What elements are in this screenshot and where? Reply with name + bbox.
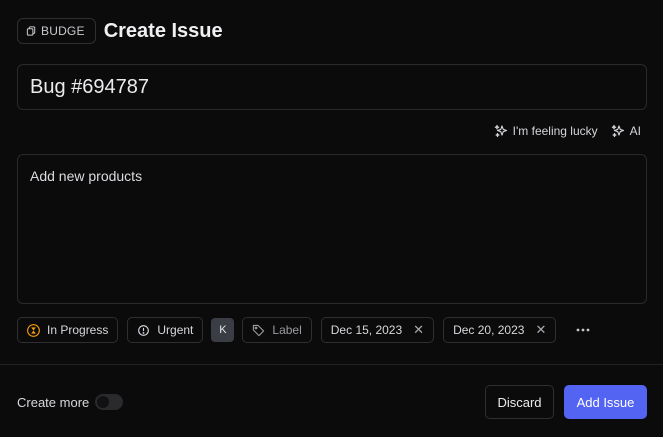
project-badge-label: BUDGE [41,24,85,38]
issue-title-field[interactable] [17,64,647,110]
page-title: Create Issue [103,19,223,42]
discard-button[interactable]: Discard [485,385,554,419]
due-date-label: Dec 20, 2023 [453,323,525,337]
header: BUDGE Create Issue [17,17,223,45]
status-chip[interactable]: In Progress [17,317,119,343]
status-label: In Progress [47,323,109,337]
assignee-avatar[interactable]: K [211,318,235,342]
priority-chip[interactable]: Urgent [127,317,204,343]
ai-actions: I'm feeling lucky AI [494,124,641,138]
add-issue-button[interactable]: Add Issue [564,385,647,419]
start-date-chip[interactable]: Dec 15, 2023 ✕ [320,317,435,343]
description-field[interactable]: Add new products [17,154,647,304]
stack-icon [26,25,36,36]
project-badge[interactable]: BUDGE [17,18,96,44]
alert-circle-icon [138,324,150,336]
due-date-chip[interactable]: Dec 20, 2023 ✕ [443,317,557,343]
feeling-lucky-button[interactable]: I'm feeling lucky [494,124,598,138]
ellipsis-icon [576,328,590,332]
issue-properties: In Progress Urgent K Label Dec 15, 2023 … [17,317,596,343]
sparkles-icon [494,124,507,138]
label-chip[interactable]: Label [242,317,312,343]
start-date-label: Dec 15, 2023 [330,323,403,337]
ai-label: AI [629,124,641,138]
hourglass-icon [27,323,40,337]
issue-title-input[interactable] [30,75,634,99]
more-options-button[interactable] [570,317,596,343]
create-more-control: Create more [17,394,124,410]
priority-label: Urgent [157,323,194,337]
clear-start-date-icon[interactable]: ✕ [413,322,424,338]
assignee-initial: K [219,324,227,336]
sparkles-icon [611,124,624,138]
create-more-label: Create more [17,394,90,410]
footer-actions: Discard Add Issue [485,385,647,419]
tag-icon [253,324,265,336]
description-input[interactable]: Add new products [30,168,634,290]
footer-divider [0,364,663,365]
create-more-toggle[interactable] [95,394,124,410]
feeling-lucky-label: I'm feeling lucky [512,124,598,138]
label-placeholder: Label [272,323,302,337]
ai-button[interactable]: AI [611,124,641,138]
clear-due-date-icon[interactable]: ✕ [535,322,546,338]
